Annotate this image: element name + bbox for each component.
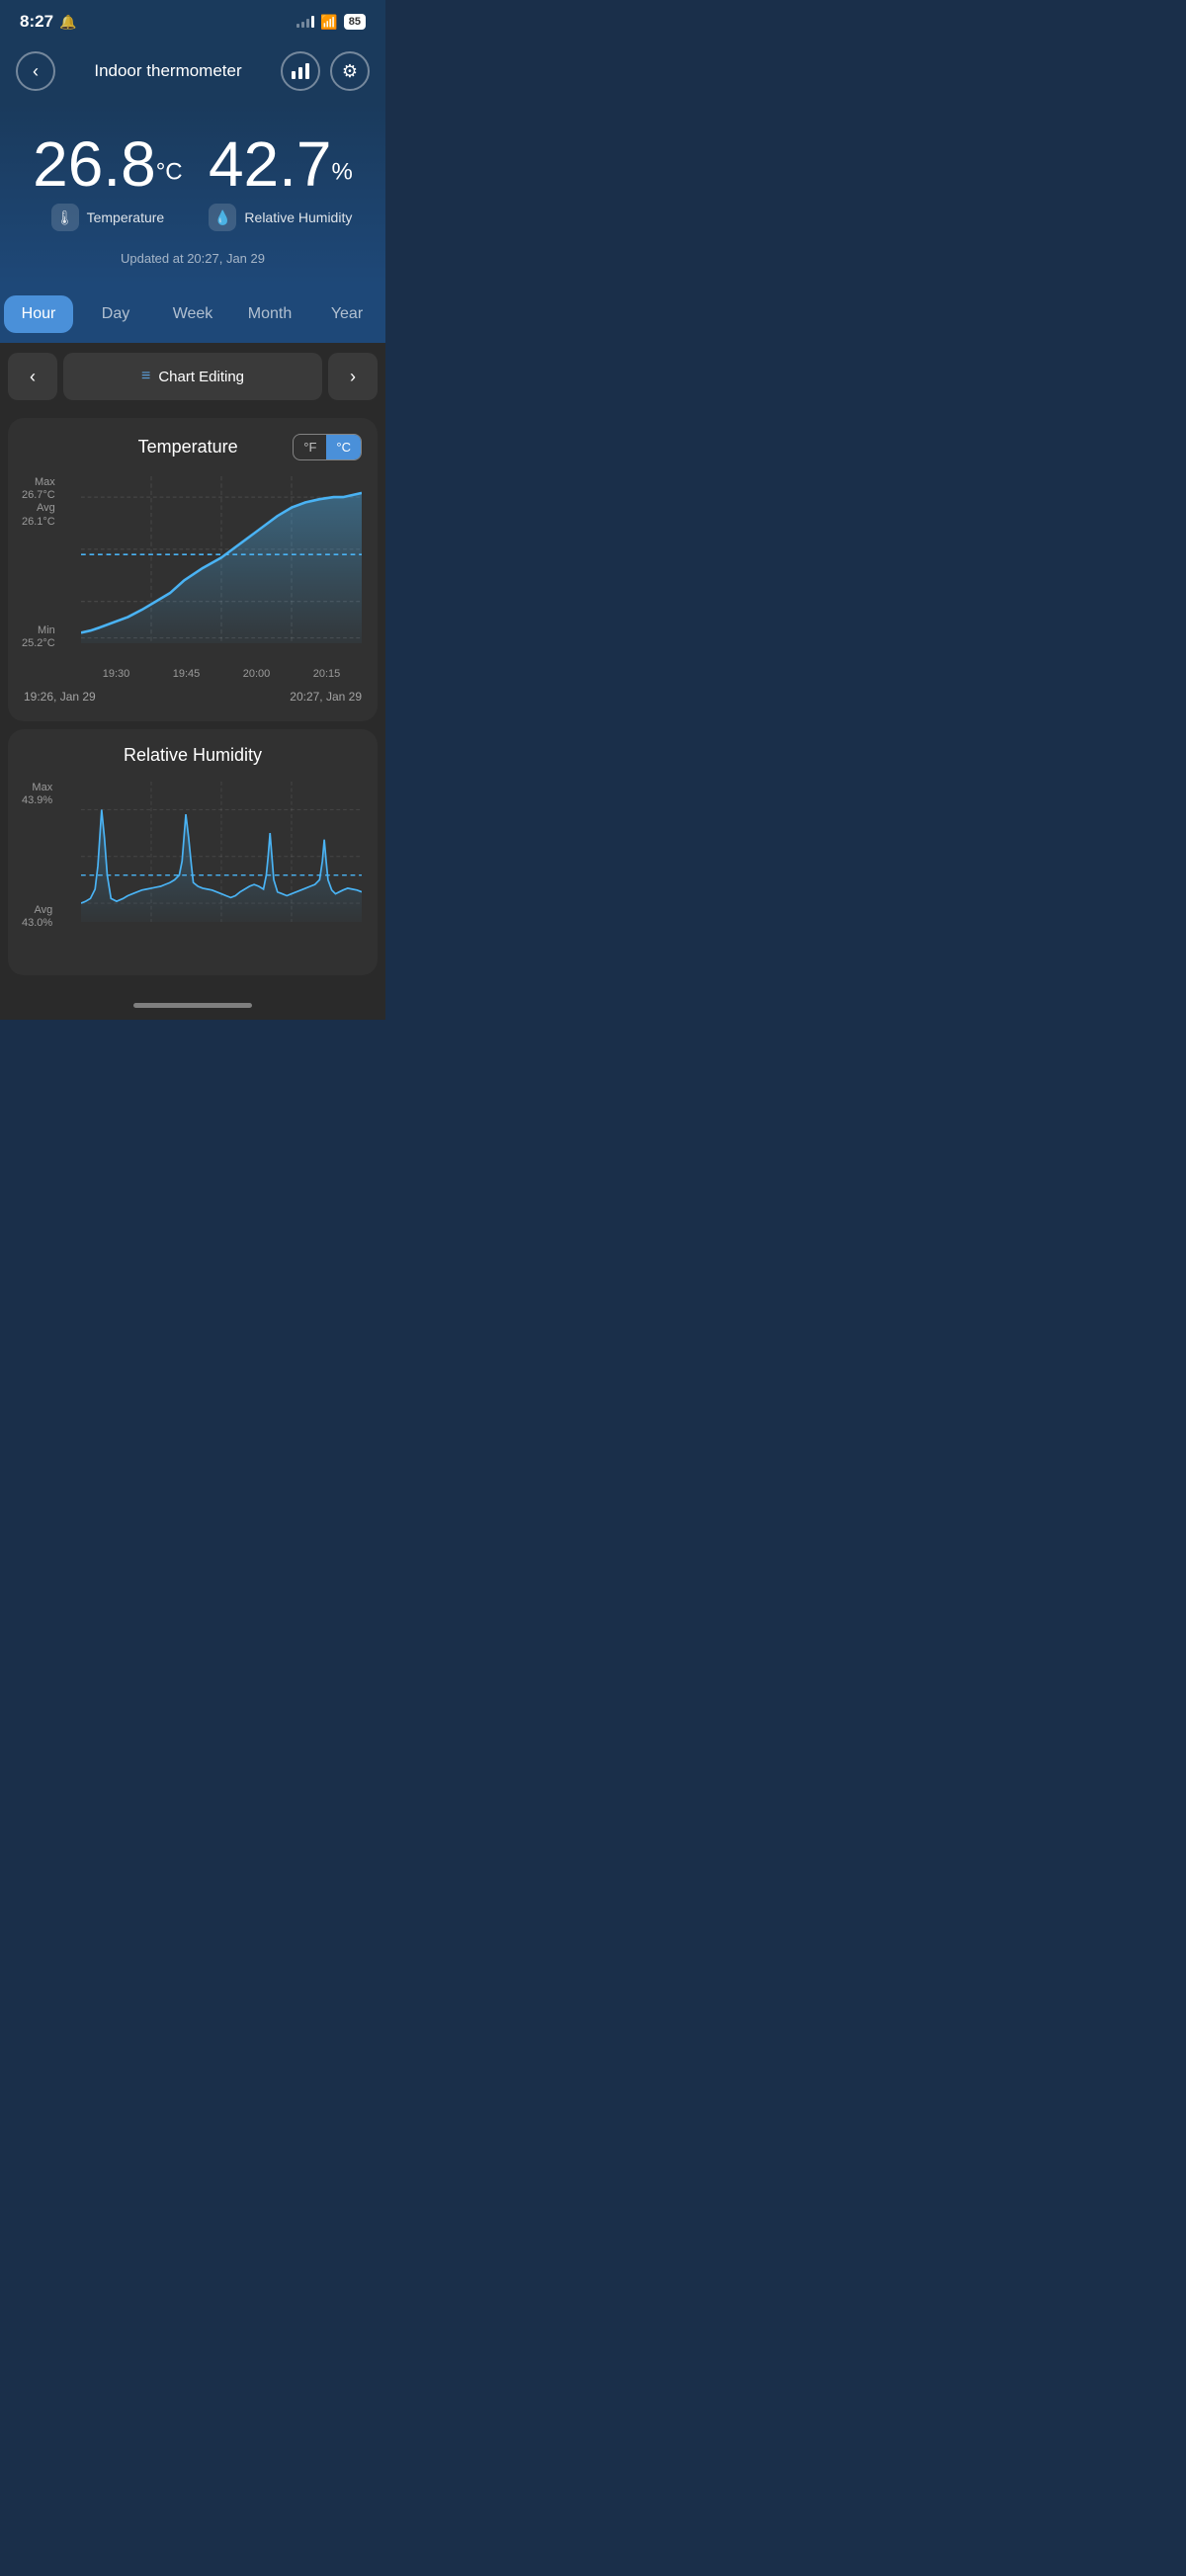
home-bar xyxy=(133,1003,252,1008)
avg-label: Avg 26.1°C xyxy=(22,502,55,528)
time-display: 8:27 xyxy=(20,12,53,32)
chart-section: ‹ ≡ Chart Editing › Temperature °F °C Ma… xyxy=(0,343,385,1020)
status-bar: 8:27 🔔 📶 85 xyxy=(0,0,385,40)
temperature-label: 🌡 Temperature xyxy=(33,204,183,231)
temperature-chart-title: Temperature xyxy=(83,437,293,457)
settings-button[interactable]: ⚙ xyxy=(330,51,370,91)
filter-icon: ≡ xyxy=(141,368,150,385)
header-actions: ⚙ xyxy=(281,51,370,91)
status-icons: 📶 85 xyxy=(296,14,366,31)
chart-title-row: Temperature °F °C xyxy=(24,434,362,460)
humidity-value: 42.7% xyxy=(209,132,353,196)
humidity-chart-title: Relative Humidity xyxy=(83,745,302,766)
y-axis-labels: Max 26.7°C Avg 26.1°C Min 25.2°C xyxy=(22,476,61,650)
humidity-reading: 42.7% 💧 Relative Humidity xyxy=(209,132,353,231)
tab-bar: Hour Day Week Month Year xyxy=(0,286,385,343)
chart-date-range: 19:26, Jan 29 20:27, Jan 29 xyxy=(24,680,362,706)
chart-prev-button[interactable]: ‹ xyxy=(8,353,57,400)
readings-section: 26.8°C 🌡 Temperature 42.7% 💧 Relative Hu… xyxy=(0,103,385,286)
header: ‹ Indoor thermometer ⚙ xyxy=(0,40,385,103)
chart-button[interactable] xyxy=(281,51,320,91)
page-title: Indoor thermometer xyxy=(94,61,241,81)
temperature-chart-area: Max 26.7°C Avg 26.1°C Min 25.2°C xyxy=(81,476,362,680)
chart-icon xyxy=(292,63,309,79)
unit-toggle: °F °C xyxy=(293,434,362,460)
notification-icon: 🔔 xyxy=(59,14,76,31)
start-date: 19:26, Jan 29 xyxy=(24,690,96,704)
tab-week[interactable]: Week xyxy=(158,295,227,333)
last-updated: Updated at 20:27, Jan 29 xyxy=(20,251,366,266)
fahrenheit-button[interactable]: °F xyxy=(294,435,326,459)
chart-edit-button[interactable]: ≡ Chart Editing xyxy=(63,353,322,400)
min-label: Min 25.2°C xyxy=(22,624,55,650)
tab-hour[interactable]: Hour xyxy=(4,295,73,333)
chart-header: ‹ ≡ Chart Editing › xyxy=(0,343,385,410)
wifi-icon: 📶 xyxy=(320,14,337,31)
temperature-reading: 26.8°C 🌡 Temperature xyxy=(33,132,183,231)
max-label: Max 26.7°C xyxy=(22,476,55,502)
signal-icon xyxy=(296,16,314,28)
temperature-chart-card: Temperature °F °C Max 26.7°C Avg 26.1°C … xyxy=(8,418,378,721)
humidity-avg-label: Avg 43.0% xyxy=(22,904,52,930)
status-time: 8:27 🔔 xyxy=(20,12,76,32)
thermometer-icon: 🌡 xyxy=(51,204,79,231)
temperature-chart-svg xyxy=(81,476,362,664)
tab-month[interactable]: Month xyxy=(235,295,304,333)
tab-year[interactable]: Year xyxy=(312,295,381,333)
humidity-chart-area: Max 43.9% Avg 43.0% xyxy=(81,782,362,959)
humidity-max-label: Max 43.9% xyxy=(22,782,52,807)
celsius-button[interactable]: °C xyxy=(326,435,361,459)
back-button[interactable]: ‹ xyxy=(16,51,55,91)
humidity-chart-svg xyxy=(81,782,362,959)
home-indicator xyxy=(0,983,385,1020)
humidity-y-axis: Max 43.9% Avg 43.0% xyxy=(22,782,58,930)
x-axis-labels: 19:30 19:45 20:00 20:15 xyxy=(81,664,362,680)
end-date: 20:27, Jan 29 xyxy=(290,690,362,704)
humidity-icon: 💧 xyxy=(209,204,236,231)
readings-row: 26.8°C 🌡 Temperature 42.7% 💧 Relative Hu… xyxy=(20,132,366,231)
humidity-label: 💧 Relative Humidity xyxy=(209,204,353,231)
tab-day[interactable]: Day xyxy=(81,295,150,333)
temperature-value: 26.8°C xyxy=(33,132,183,196)
humidity-chart-card: Relative Humidity Max 43.9% Avg 43.0% xyxy=(8,729,378,975)
humidity-chart-title-row: Relative Humidity xyxy=(24,745,362,766)
battery-indicator: 85 xyxy=(344,14,366,30)
chart-next-button[interactable]: › xyxy=(328,353,378,400)
